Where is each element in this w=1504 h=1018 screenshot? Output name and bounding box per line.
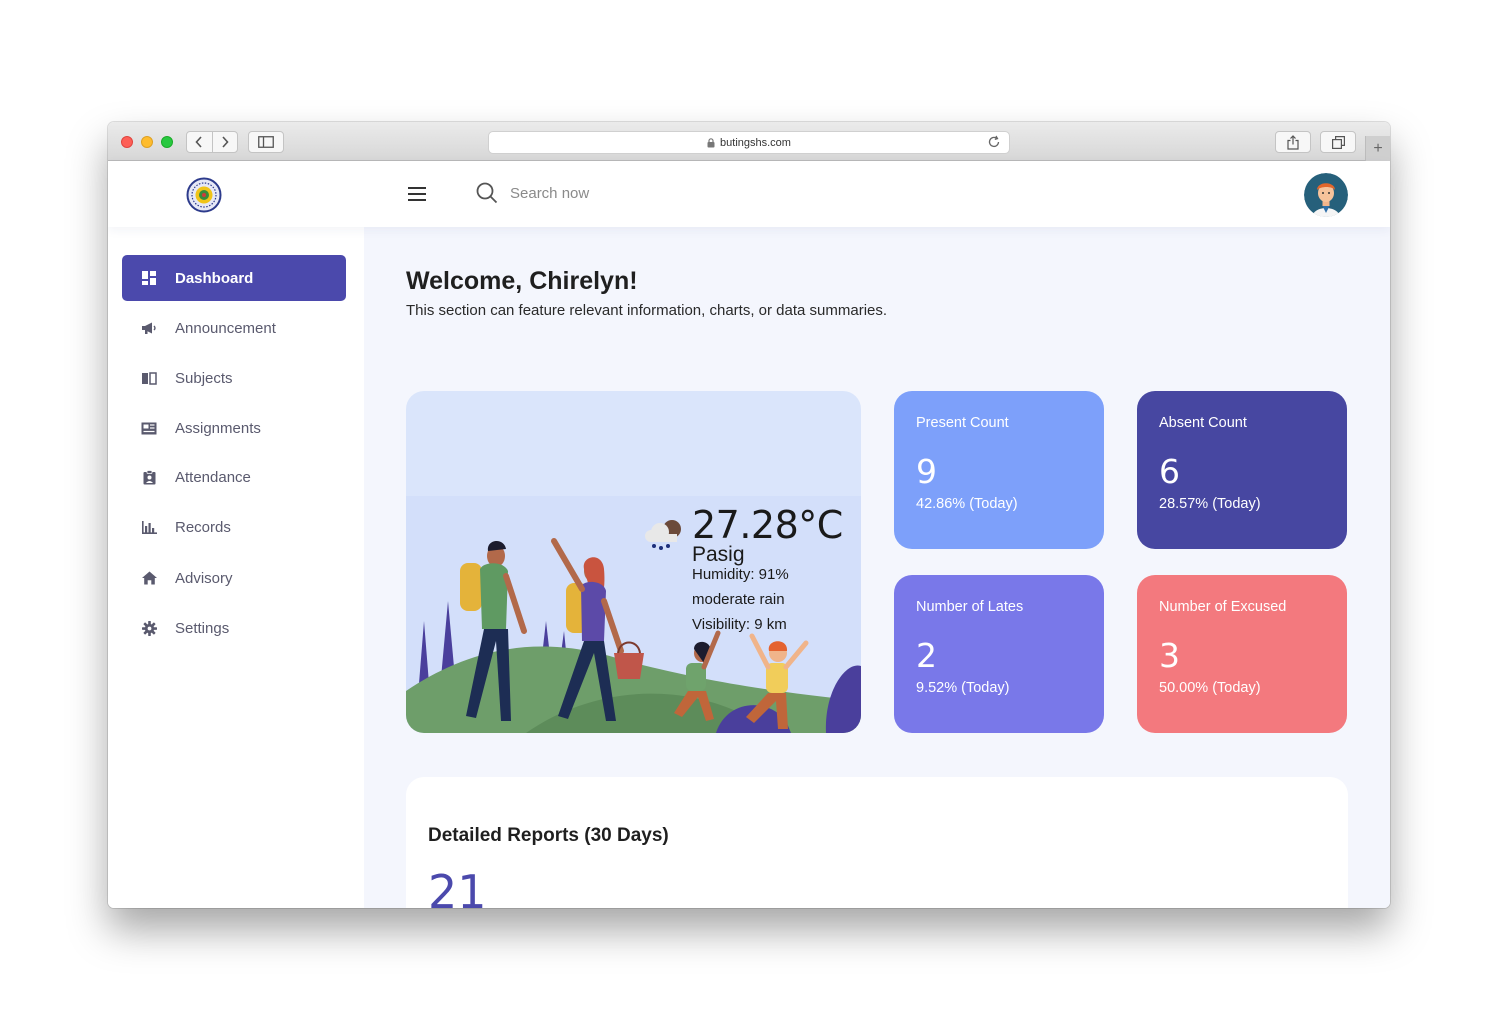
plus-icon: + [1373, 139, 1383, 157]
home-icon [141, 570, 157, 586]
tab-overview-button[interactable] [1320, 131, 1356, 153]
excused-count-card[interactable]: Number of Excused 3 50.00% (Today) [1137, 575, 1347, 733]
main-content: Welcome, Chirelyn! This section can feat… [364, 227, 1390, 908]
zoom-window-button[interactable] [161, 136, 173, 148]
report-title: Detailed Reports (30 Days) [428, 825, 669, 846]
stat-value: 2 [916, 636, 937, 675]
detailed-reports-card: Detailed Reports (30 Days) 21 [406, 777, 1348, 908]
sidebar-item-advisory[interactable]: Advisory [122, 555, 346, 601]
share-button[interactable] [1275, 131, 1311, 153]
sidebar-item-records[interactable]: Records [122, 504, 346, 550]
weather-city: Pasig [692, 543, 745, 566]
school-logo[interactable] [186, 177, 222, 213]
back-button[interactable] [187, 132, 212, 152]
sidebar: Dashboard Announcement Subjects Assignme… [108, 227, 364, 908]
sidebar-icon [258, 136, 274, 148]
sidebar-item-label: Assignments [175, 419, 261, 437]
page-title: Welcome, Chirelyn! [406, 267, 638, 295]
sidebar-item-attendance[interactable]: Attendance [122, 454, 346, 500]
stat-percentage: 28.57% (Today) [1159, 496, 1261, 512]
close-window-button[interactable] [121, 136, 133, 148]
stat-title: Absent Count [1159, 415, 1247, 431]
sidebar-item-label: Attendance [175, 468, 251, 486]
stat-title: Present Count [916, 415, 1009, 431]
sidebar-item-assignments[interactable]: Assignments [122, 405, 346, 451]
sidebar-item-label: Subjects [175, 369, 233, 387]
sidebar-item-label: Records [175, 518, 231, 536]
sidebar-item-label: Dashboard [175, 269, 254, 287]
megaphone-icon [141, 320, 157, 336]
search-input[interactable] [510, 181, 760, 205]
stat-percentage: 9.52% (Today) [916, 680, 1010, 696]
search-icon[interactable] [475, 181, 499, 205]
weather-temperature: 27.28°C [692, 503, 843, 547]
url-text: butingshs.com [720, 136, 791, 149]
dashboard-icon [141, 270, 157, 286]
sidebar-item-settings[interactable]: Settings [122, 605, 346, 651]
new-tab-button[interactable]: + [1365, 136, 1390, 161]
rain-cloud-icon [645, 520, 681, 550]
gear-icon [141, 620, 157, 636]
weather-humidity: Humidity: 91% [692, 566, 789, 583]
sidebar-item-subjects[interactable]: Subjects [122, 355, 346, 401]
menu-icon[interactable] [406, 183, 428, 205]
present-count-card[interactable]: Present Count 9 42.86% (Today) [894, 391, 1104, 549]
address-bar[interactable]: butingshs.com [488, 131, 1010, 154]
browser-window: butingshs.com + Search now Dashboard Ann… [108, 122, 1390, 908]
absent-count-card[interactable]: Absent Count 6 28.57% (Today) [1137, 391, 1347, 549]
tabs-icon [1331, 135, 1345, 149]
sidebar-item-label: Advisory [175, 569, 233, 587]
clipboard-icon [141, 469, 157, 485]
report-value: 21 [428, 865, 487, 908]
stat-value: 6 [1159, 452, 1180, 491]
history-nav [186, 131, 238, 153]
sidebar-toggle-button[interactable] [248, 131, 284, 153]
weather-description: moderate rain [692, 591, 785, 608]
sidebar-item-announcement[interactable]: Announcement [122, 305, 346, 351]
browser-toolbar: butingshs.com + [108, 122, 1390, 161]
minimize-window-button[interactable] [141, 136, 153, 148]
weather-card: 27.28°C Pasig Humidity: 91% moderate rai… [406, 391, 861, 733]
newspaper-icon [141, 420, 157, 436]
stat-title: Number of Lates [916, 599, 1024, 615]
bar-chart-icon [141, 519, 157, 535]
chevron-right-icon [222, 136, 229, 148]
forward-button[interactable] [211, 132, 238, 152]
sidebar-item-label: Settings [175, 619, 230, 637]
app-header [108, 161, 1390, 227]
stat-value: 9 [916, 452, 937, 491]
reload-icon[interactable] [987, 135, 1001, 149]
stat-percentage: 42.86% (Today) [916, 496, 1018, 512]
sidebar-item-label: Announcement [175, 319, 276, 337]
share-icon [1287, 134, 1299, 150]
stat-title: Number of Excused [1159, 599, 1287, 615]
lock-icon [707, 137, 715, 147]
page-subtitle: This section can feature relevant inform… [406, 302, 888, 319]
lates-count-card[interactable]: Number of Lates 2 9.52% (Today) [894, 575, 1104, 733]
stat-value: 3 [1159, 636, 1180, 675]
stat-percentage: 50.00% (Today) [1159, 680, 1261, 696]
book-icon [141, 370, 157, 386]
sidebar-item-dashboard[interactable]: Dashboard [122, 255, 346, 301]
weather-visibility: Visibility: 9 km [692, 616, 787, 633]
hiking-family-illustration [406, 496, 861, 733]
user-avatar[interactable] [1304, 173, 1348, 217]
chevron-left-icon [195, 136, 202, 148]
